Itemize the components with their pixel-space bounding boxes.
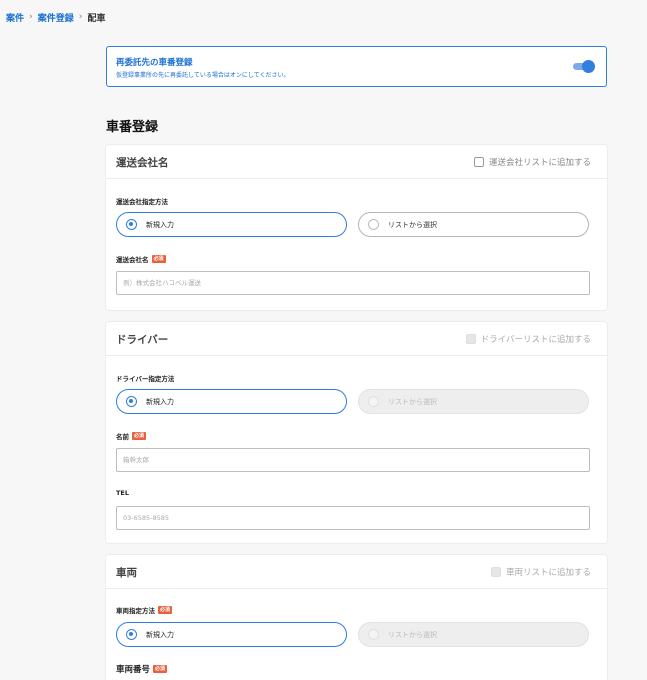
driver-option-select-from-list[interactable]: リストから選択: [358, 389, 589, 414]
label-text: 車両指定方法: [116, 607, 155, 615]
radio-disabled-icon: [368, 629, 379, 640]
label-text: 車両番号: [116, 665, 151, 675]
card-header: 車両 車両リストに追加する: [106, 555, 607, 589]
required-badge: 必須: [151, 255, 166, 263]
vehicle-option-new-input[interactable]: 新規入力: [116, 622, 347, 647]
radio-disabled-icon: [368, 396, 379, 407]
required-badge: 必須: [158, 606, 173, 614]
vehicle-option-select-from-list[interactable]: リストから選択: [358, 622, 589, 647]
add-to-vehicle-list-checkbox[interactable]: 車両リストに追加する: [490, 566, 591, 578]
card-header: 運送会社名 運送会社リストに追加する: [106, 145, 607, 179]
label-text: 名前: [116, 433, 129, 441]
radio-label: リストから選択: [388, 397, 437, 406]
switch-knob: [582, 60, 595, 73]
breadcrumb-link-case-registration[interactable]: 案件登録: [38, 11, 74, 24]
driver-option-new-input[interactable]: 新規入力: [116, 389, 347, 414]
checkbox-label: 運送会社リストに追加する: [488, 158, 591, 168]
breadcrumb: 案件 › 案件登録 › 配車: [6, 10, 105, 24]
radio-selected-icon: [126, 629, 137, 640]
radio-unselected-icon: [368, 219, 379, 230]
company-method-label: 運送会社指定方法: [116, 198, 168, 206]
company-name-input[interactable]: [116, 271, 590, 295]
radio-selected-icon: [126, 219, 137, 230]
vehicle-method-label: 車両指定方法 必須: [116, 605, 173, 615]
breadcrumb-current: 配車: [87, 13, 106, 24]
driver-name-input[interactable]: [116, 448, 590, 472]
checkbox-label: ドライバーリストに追加する: [480, 335, 591, 345]
label-text: 運送会社名: [116, 256, 149, 264]
company-option-select-from-list[interactable]: リストから選択: [358, 212, 589, 237]
add-to-company-list-checkbox[interactable]: 運送会社リストに追加する: [473, 156, 591, 168]
radio-label: 新規入力: [146, 630, 174, 639]
add-to-driver-list-checkbox[interactable]: ドライバーリストに追加する: [465, 333, 591, 345]
radio-label: リストから選択: [388, 220, 437, 229]
page-section-title: 車番登録: [106, 120, 159, 135]
driver-tel-label: TEL: [116, 489, 130, 497]
checkbox-icon[interactable]: [490, 567, 501, 577]
checkbox-label: 車両リストに追加する: [505, 568, 591, 578]
driver-name-label: 名前 必須: [116, 431, 147, 441]
chevron-right-icon: ›: [29, 12, 33, 22]
transport-company-card: 運送会社名 運送会社リストに追加する 運送会社指定方法 新規入力 リストから選択…: [106, 145, 607, 310]
card-header: ドライバー ドライバーリストに追加する: [106, 322, 607, 356]
company-name-label: 運送会社名 必須: [116, 254, 166, 264]
card-title: 車両: [116, 567, 137, 579]
required-badge: 必須: [132, 432, 147, 440]
radio-label: 新規入力: [146, 220, 174, 229]
driver-method-label: ドライバー指定方法: [116, 375, 175, 383]
radio-label: 新規入力: [146, 397, 174, 406]
required-badge: 必須: [153, 665, 168, 673]
card-title: 運送会社名: [116, 157, 169, 169]
subcontract-toggle-card: 再委託先の車番登録 仮登録事業所の先に再委託している場合はオンにしてください。: [106, 46, 607, 87]
driver-card: ドライバー ドライバーリストに追加する ドライバー指定方法 新規入力 リストから…: [106, 322, 607, 543]
radio-selected-icon: [126, 396, 137, 407]
company-option-new-input[interactable]: 新規入力: [116, 212, 347, 237]
chevron-right-icon: ›: [78, 12, 83, 22]
subcontract-toggle-description: 仮登録事業所の先に再委託している場合はオンにしてください。: [116, 72, 290, 79]
radio-label: リストから選択: [388, 630, 437, 639]
subcontract-toggle-switch[interactable]: [573, 60, 595, 73]
card-title: ドライバー: [116, 334, 169, 346]
checkbox-icon[interactable]: [465, 334, 476, 344]
driver-tel-input[interactable]: [116, 506, 590, 530]
checkbox-icon[interactable]: [473, 157, 484, 167]
vehicle-card: 車両 車両リストに追加する 車両指定方法 必須 新規入力 リストから選択 車両番…: [106, 555, 607, 680]
vehicle-number-label: 車両番号 必須: [116, 663, 168, 675]
subcontract-toggle-title: 再委託先の車番登録: [116, 58, 193, 68]
breadcrumb-link-cases[interactable]: 案件: [6, 11, 24, 24]
